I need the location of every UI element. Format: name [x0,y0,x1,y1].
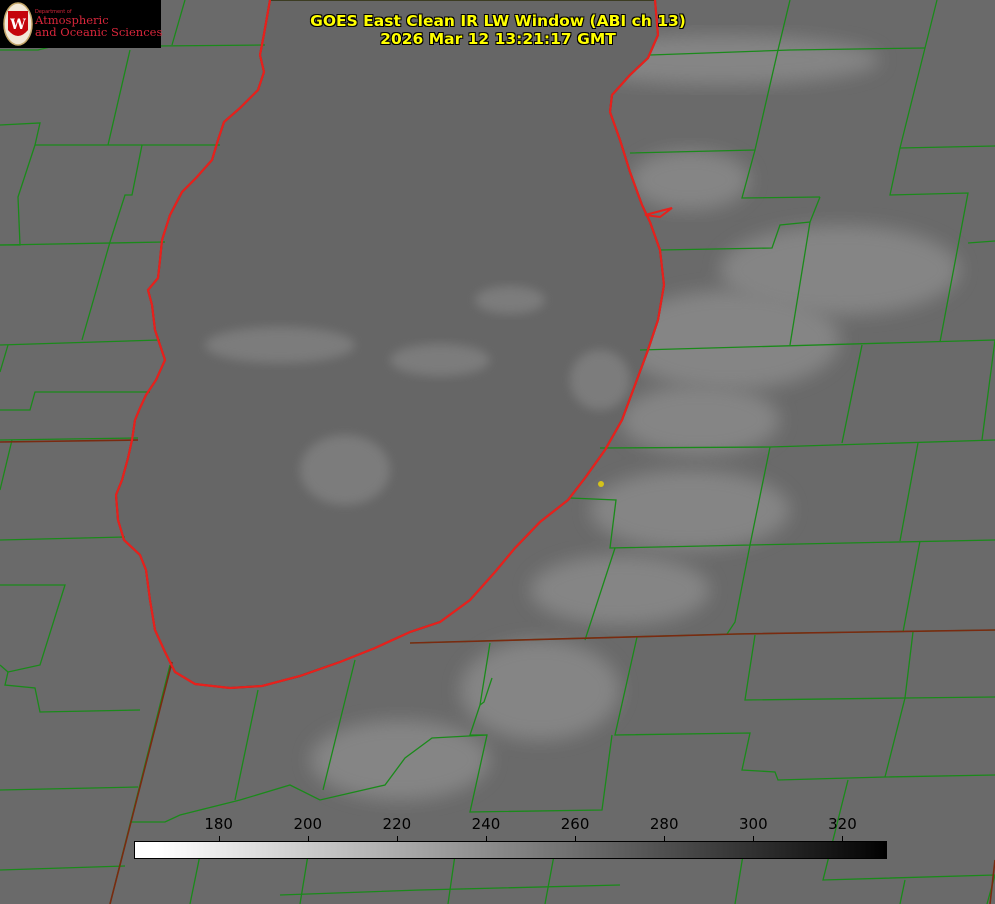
colorbar-tick-label: 200 [293,815,323,833]
satellite-map [0,0,995,904]
title-line-1: GOES East Clean IR LW Window (ABI ch 13) [310,12,686,30]
uw-aos-logo: W Department of Atmospheric and Oceanic … [0,0,163,48]
temperature-colorbar [134,841,887,859]
colorbar-tick-label: 280 [649,815,679,833]
image-title: GOES East Clean IR LW Window (ABI ch 13)… [260,12,736,48]
colorbar-tick-label: 300 [739,815,768,833]
colorbar-tick-label: 320 [828,815,857,833]
colorbar-tick-label: 240 [471,815,501,833]
colorbar-tick [396,836,398,842]
colorbar-tick [307,836,309,842]
location-marker [598,481,604,487]
colorbar-tick-label: 260 [560,815,590,833]
colorbar-tick-label: 180 [204,815,233,833]
logo-line-2: and Oceanic Sciences [35,25,163,39]
title-line-2: 2026 Mar 12 13:21:17 GMT [380,30,616,48]
colorbar-tick [485,836,487,842]
uw-crest-icon: W [3,2,33,46]
colorbar-tick [218,836,220,842]
colorbar-tick [575,836,577,842]
colorbar-tick-label: 220 [382,815,412,833]
colorbar-tick [842,836,844,842]
crest-letter: W [9,17,26,33]
satellite-image-viewer: W Department of Atmospheric and Oceanic … [0,0,995,904]
colorbar-tick [753,836,755,842]
colorbar-tick [664,836,666,842]
